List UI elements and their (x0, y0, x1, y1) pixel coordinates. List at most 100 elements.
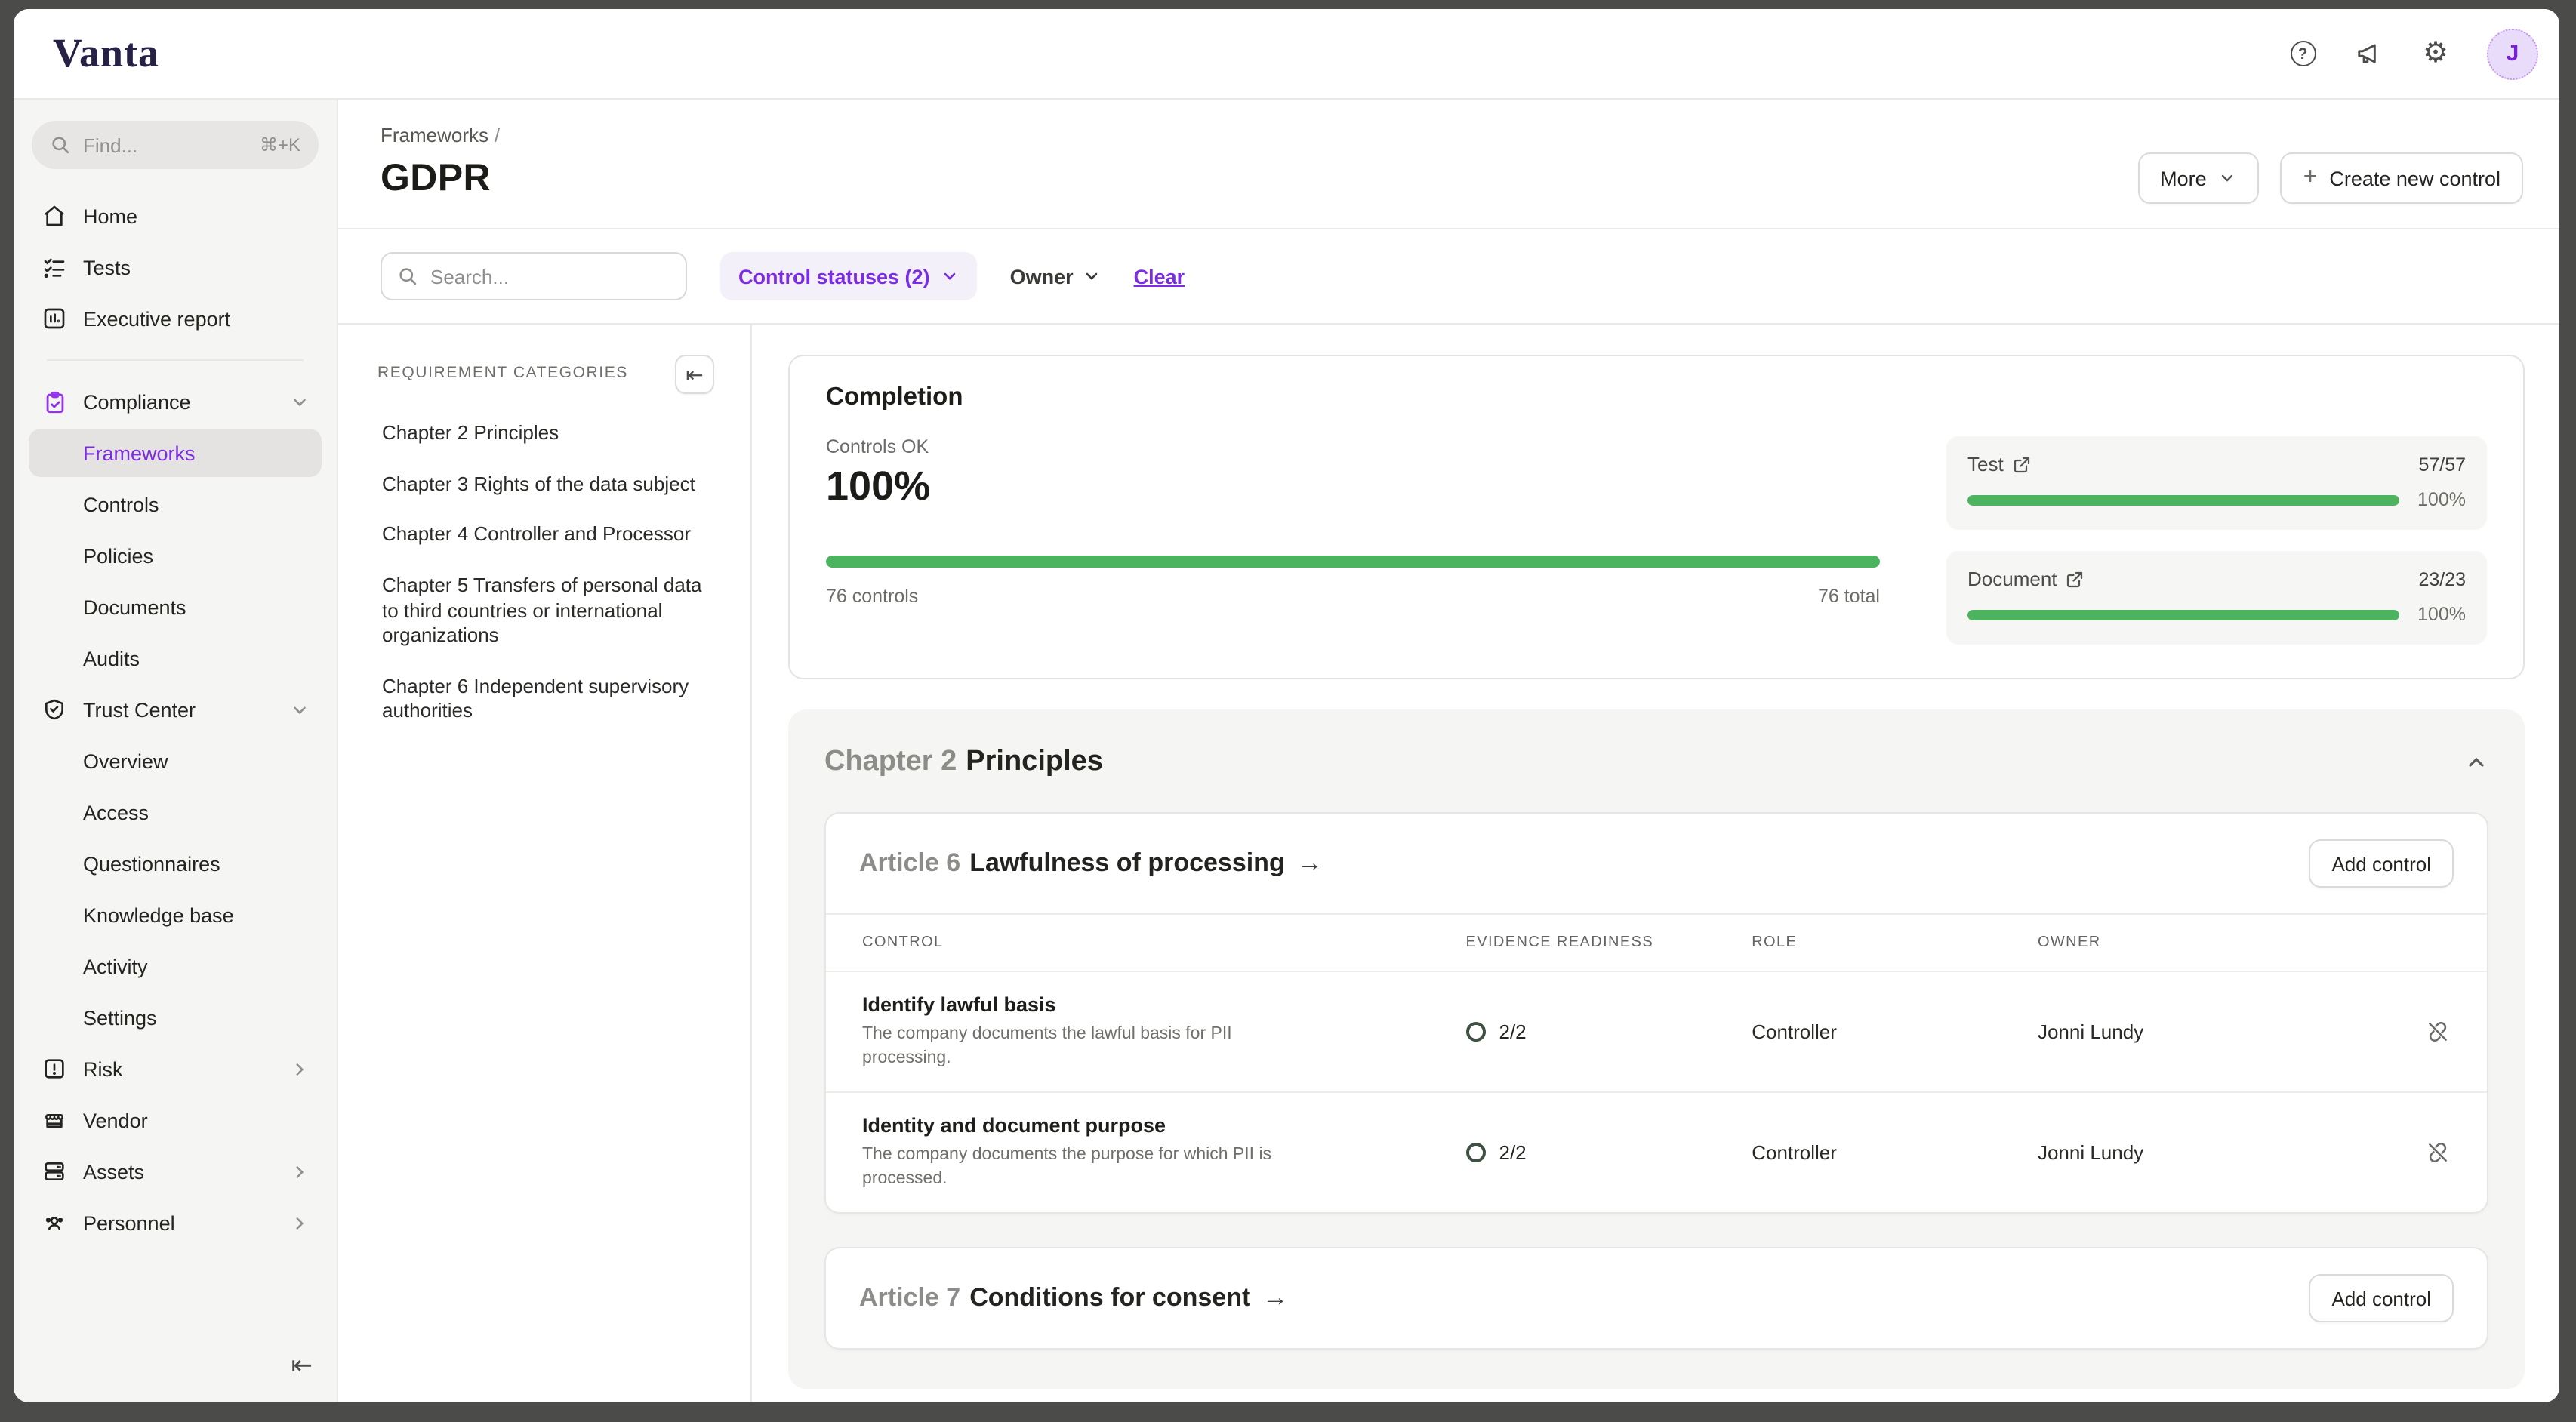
report-chart-icon (41, 305, 68, 332)
tests-checklist-icon (41, 254, 68, 281)
category-item[interactable]: Chapter 6 Independent supervisory author… (377, 675, 714, 725)
sidebar-item-vendor[interactable]: Vendor (29, 1096, 322, 1144)
search-icon (50, 134, 71, 155)
risk-alert-icon (41, 1055, 68, 1082)
sidebar-item-trust-center[interactable]: Trust Center (29, 685, 322, 734)
find-input[interactable] (83, 134, 248, 156)
add-control-button[interactable]: Add control (2309, 839, 2454, 888)
control-row[interactable]: Identity and document purpose The compan… (826, 1093, 2487, 1212)
sidebar-divider (47, 359, 304, 361)
top-bar: Vanta ? ⚙ J (14, 9, 2559, 100)
control-statuses-filter[interactable]: Control statuses (2) (720, 252, 977, 300)
desktop-background: Vanta ? ⚙ J ⌘+K Home (0, 0, 2576, 1422)
category-item[interactable]: Chapter 2 Principles (377, 421, 714, 446)
sidebar-collapse-icon[interactable]: ⇤ (267, 1342, 337, 1387)
help-icon[interactable]: ? (2288, 38, 2318, 69)
sidebar-item-frameworks[interactable]: Frameworks (29, 429, 322, 477)
sidebar-item-settings[interactable]: Settings (29, 993, 322, 1042)
article-7-title[interactable]: Article 7Conditions for consent→ (859, 1283, 1288, 1313)
user-avatar[interactable]: J (2487, 28, 2538, 79)
document-stat-count: 23/23 (2418, 568, 2466, 589)
compliance-clipboard-icon (41, 388, 68, 415)
control-role: Controller (1752, 1020, 2038, 1043)
sidebar-item-access[interactable]: Access (29, 788, 322, 836)
category-item[interactable]: Chapter 3 Rights of the data subject (377, 472, 714, 497)
completion-title: Completion (826, 383, 2487, 412)
collapse-chapter-chevron-up-icon[interactable] (2464, 750, 2488, 774)
announcements-megaphone-icon[interactable] (2354, 38, 2384, 69)
sidebar-item-questionnaires[interactable]: Questionnaires (29, 839, 322, 888)
evidence-ring-icon (1466, 1022, 1486, 1042)
unlink-icon[interactable] (2405, 1019, 2451, 1045)
sidebar-item-knowledge-base[interactable]: Knowledge base (29, 891, 322, 939)
test-stat-card: Test 57/57 100% (1946, 436, 2487, 530)
owner-filter[interactable]: Owner (1010, 265, 1101, 288)
categories-collapse-button[interactable]: ⇤ (675, 355, 714, 394)
chevron-down-icon (941, 267, 959, 285)
chapter-2-section: Chapter 2Principles Article 6Lawfulness … (788, 709, 2525, 1389)
plus-icon: + (2303, 165, 2318, 192)
test-stat-label[interactable]: Test (1967, 453, 2004, 476)
column-evidence-readiness: EVIDENCE READINESS (1466, 934, 1752, 951)
control-description: The company documents the purpose for wh… (862, 1144, 1300, 1191)
category-item[interactable]: Chapter 5 Transfers of personal data to … (377, 574, 714, 649)
search-box[interactable] (381, 252, 687, 300)
sidebar-item-risk[interactable]: Risk (29, 1045, 322, 1093)
clear-filters-link[interactable]: Clear (1134, 265, 1185, 288)
settings-gear-icon[interactable]: ⚙ (2420, 38, 2451, 69)
control-owner: Jonni Lundy (2038, 1141, 2405, 1164)
sidebar-item-audits[interactable]: Audits (29, 634, 322, 682)
sidebar-item-personnel[interactable]: Personnel (29, 1199, 322, 1247)
control-title[interactable]: Identity and document purpose (862, 1114, 1466, 1137)
framework-panel: Completion Controls OK 100% 76 controls … (752, 325, 2559, 1402)
page-header: Frameworks/ GDPR More + Create new contr… (338, 100, 2559, 228)
control-title[interactable]: Identify lawful basis (862, 993, 1466, 1016)
control-row[interactable]: Identify lawful basis The company docume… (826, 972, 2487, 1093)
sidebar-item-home[interactable]: Home (29, 192, 322, 240)
chevron-down-icon (290, 392, 310, 411)
chevron-right-icon (290, 1213, 310, 1233)
more-button[interactable]: More (2137, 152, 2260, 204)
sidebar-item-documents[interactable]: Documents (29, 583, 322, 631)
category-item[interactable]: Chapter 4 Controller and Processor (377, 523, 714, 548)
article-6-card: Article 6Lawfulness of processing→ Add c… (824, 812, 2488, 1214)
search-input[interactable] (430, 265, 670, 288)
external-link-icon[interactable] (2013, 455, 2031, 473)
document-stat-card: Document 23/23 100% (1946, 551, 2487, 645)
chapter-title: Chapter 2Principles (824, 746, 1103, 779)
search-icon (397, 266, 418, 287)
external-link-icon[interactable] (2066, 570, 2085, 588)
column-owner: OWNER (2038, 934, 2405, 951)
topbar-icons: ? ⚙ J (2288, 28, 2538, 79)
controls-count: 76 controls (826, 586, 918, 607)
article-6-title[interactable]: Article 6Lawfulness of processing→ (859, 848, 1323, 879)
unlink-icon[interactable] (2405, 1140, 2451, 1165)
evidence-count: 2/2 (1499, 1141, 1527, 1164)
sidebar-item-compliance[interactable]: Compliance (29, 377, 322, 426)
sidebar-item-tests[interactable]: Tests (29, 243, 322, 291)
breadcrumb: Frameworks/ (381, 124, 2523, 146)
document-stat-label[interactable]: Document (1967, 568, 2057, 590)
chevron-down-icon (290, 700, 310, 719)
sidebar-item-controls[interactable]: Controls (29, 480, 322, 528)
add-control-button[interactable]: Add control (2309, 1274, 2454, 1322)
create-new-control-button[interactable]: + Create new control (2281, 152, 2523, 204)
completion-progress-bar (826, 556, 1880, 568)
controls-ok-percent: 100% (826, 463, 1880, 510)
sidebar-item-activity[interactable]: Activity (29, 942, 322, 990)
vendor-storefront-icon (41, 1107, 68, 1134)
chevron-right-icon (290, 1162, 310, 1181)
control-description: The company documents the lawful basis f… (862, 1023, 1300, 1070)
article-7-card: Article 7Conditions for consent→ Add con… (824, 1247, 2488, 1350)
vanta-app-window: Vanta ? ⚙ J ⌘+K Home (14, 9, 2559, 1402)
breadcrumb-frameworks[interactable]: Frameworks (381, 124, 488, 146)
sidebar-item-assets[interactable]: Assets (29, 1147, 322, 1196)
arrow-right-icon: → (1297, 848, 1323, 877)
sidebar-item-overview[interactable]: Overview (29, 737, 322, 785)
home-icon (41, 202, 68, 229)
controls-total: 76 total (1818, 586, 1880, 607)
sidebar-item-executive-report[interactable]: Executive report (29, 294, 322, 343)
find-shortcut: ⌘+K (260, 134, 300, 155)
sidebar-find[interactable]: ⌘+K (32, 121, 319, 169)
sidebar-item-policies[interactable]: Policies (29, 531, 322, 580)
